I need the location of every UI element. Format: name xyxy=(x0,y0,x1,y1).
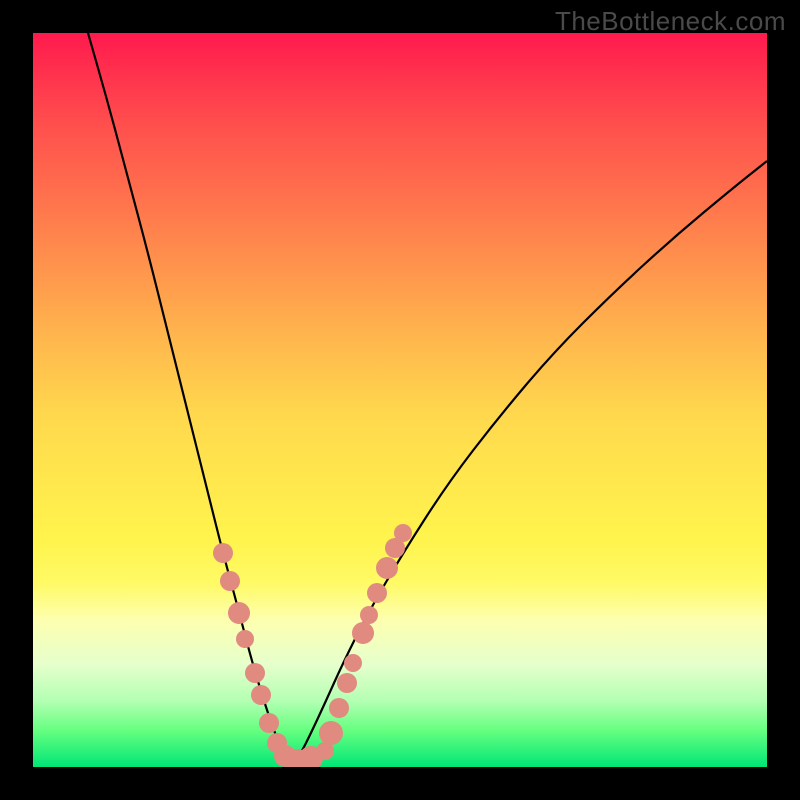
curve-svg xyxy=(33,33,767,767)
bead-marker xyxy=(213,543,233,563)
bead-marker xyxy=(360,606,378,624)
bead-marker xyxy=(329,698,349,718)
bead-marker xyxy=(259,713,279,733)
curve-right-branch xyxy=(293,161,767,765)
curve-left-branch xyxy=(88,33,293,765)
bead-marker xyxy=(337,673,357,693)
bead-marker xyxy=(245,663,265,683)
bead-marker xyxy=(394,524,412,542)
bead-marker xyxy=(220,571,240,591)
bead-marker xyxy=(319,721,343,745)
bead-marker xyxy=(376,557,398,579)
bead-marker xyxy=(344,654,362,672)
bead-marker xyxy=(352,622,374,644)
plot-area xyxy=(33,33,767,767)
outer-frame: TheBottleneck.com xyxy=(0,0,800,800)
bead-marker xyxy=(228,602,250,624)
bead-marker xyxy=(251,685,271,705)
bead-marker xyxy=(236,630,254,648)
watermark-text: TheBottleneck.com xyxy=(555,6,786,37)
bead-marker xyxy=(367,583,387,603)
